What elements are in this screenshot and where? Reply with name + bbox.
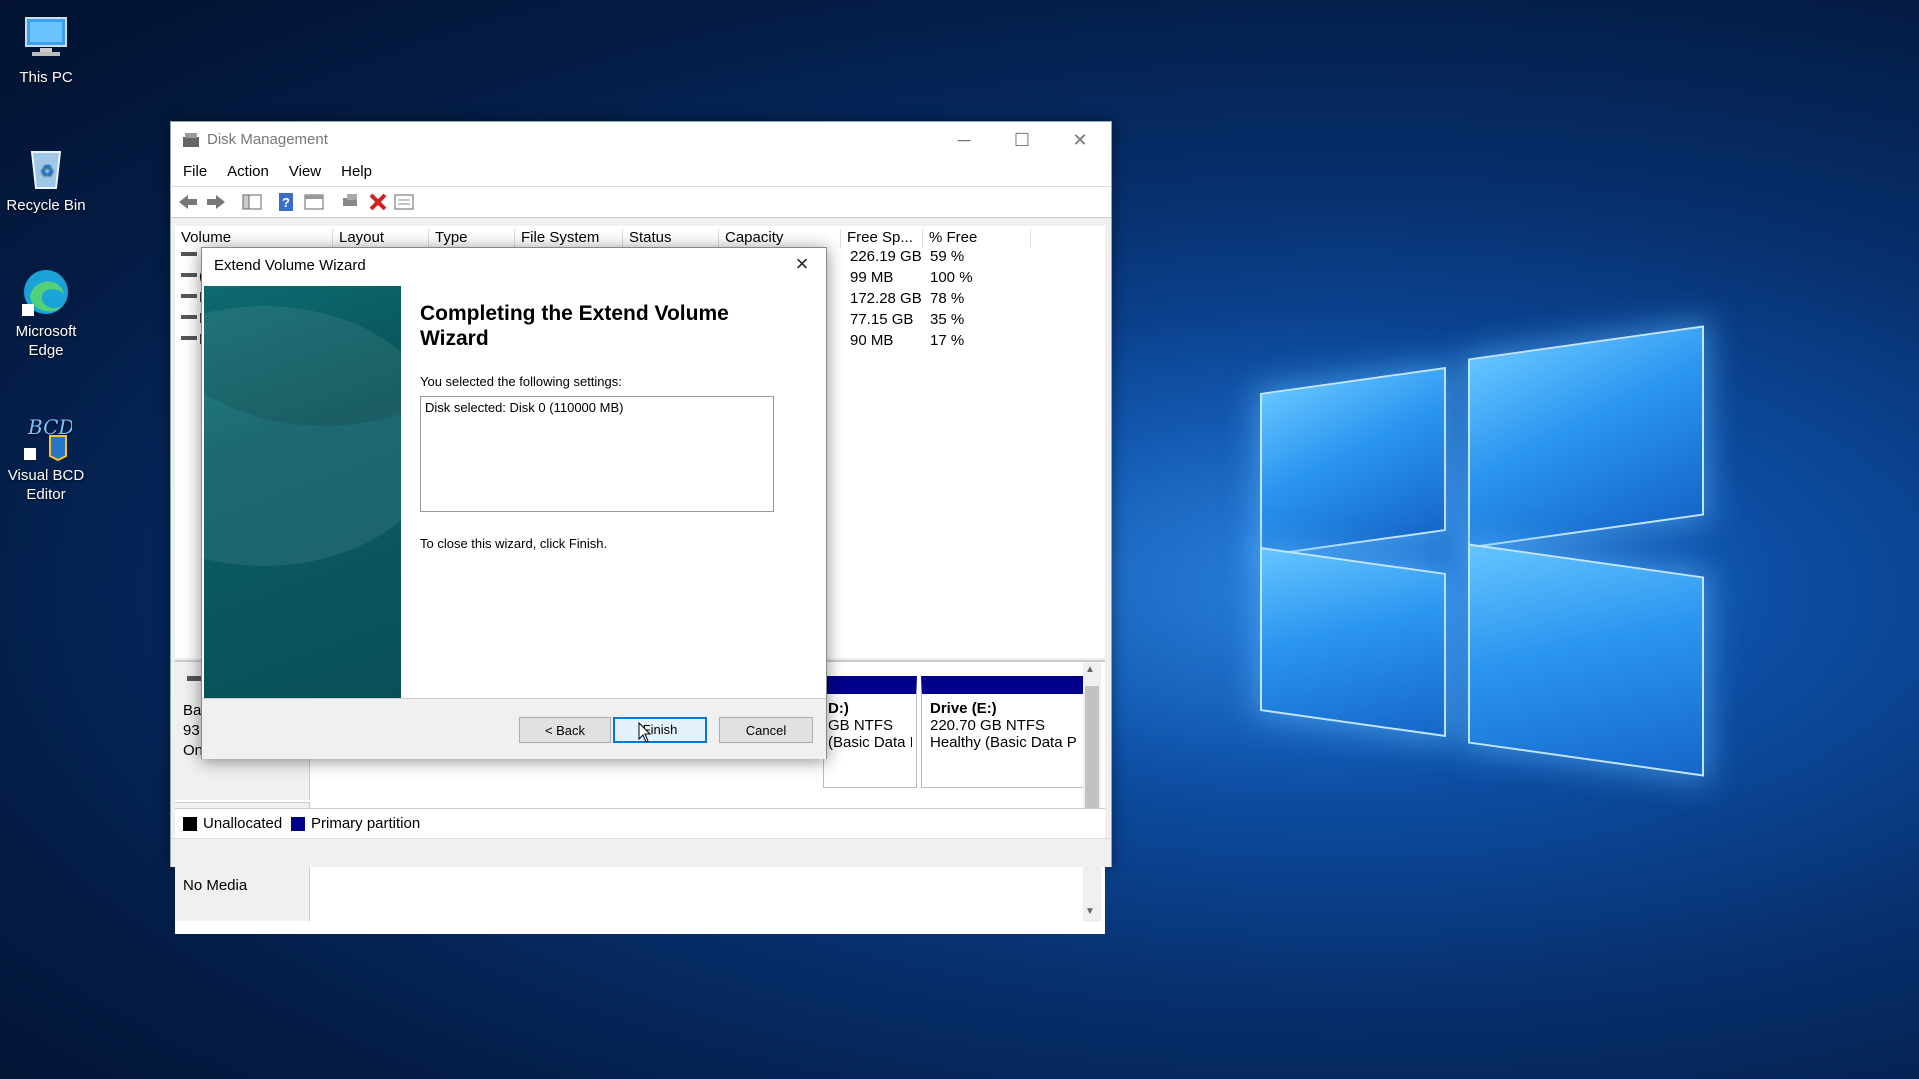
forward-arrow-icon[interactable] xyxy=(205,192,227,212)
partition-d[interactable]: D:) GB NTFS (Basic Data F xyxy=(823,676,917,788)
partition-e-name: Drive (E:) xyxy=(930,700,997,717)
free-space-cell: 90 MB xyxy=(850,332,894,349)
cdrom-no-media: No Media xyxy=(183,877,248,894)
wizard-side-banner xyxy=(204,286,401,698)
column-volume[interactable]: Volume xyxy=(175,229,333,248)
svg-text:♻: ♻ xyxy=(40,163,54,180)
volume-row-icon xyxy=(181,315,197,319)
desktop-icon-label: Visual BCD Editor xyxy=(7,467,85,503)
menu-help[interactable]: Help xyxy=(329,158,380,180)
back-button[interactable]: < Back xyxy=(519,717,611,743)
settings-summary-box[interactable]: Disk selected: Disk 0 (110000 MB) xyxy=(420,396,774,512)
free-space-cell: 172.28 GB xyxy=(850,290,922,307)
desktop-icon-recycle-bin[interactable]: ♻ Recycle Bin xyxy=(0,140,92,215)
desktop-icon-this-pc[interactable]: This PC xyxy=(0,12,92,87)
partition-e-status: Healthy (Basic Data P. xyxy=(930,734,1076,751)
volume-row-icon xyxy=(181,273,197,277)
title-bar[interactable]: Disk Management ─ ☐ ✕ xyxy=(171,122,1111,158)
scroll-up-icon[interactable]: ▲ xyxy=(1085,664,1095,675)
windows-logo xyxy=(1250,320,1710,780)
column-file-system[interactable]: File System xyxy=(515,229,623,248)
minimize-button[interactable]: ─ xyxy=(935,122,993,158)
column-percent-free[interactable]: % Free xyxy=(923,229,1031,248)
free-space-cell: 226.19 GB xyxy=(850,248,922,265)
partition-d-name: D:) xyxy=(828,700,849,717)
menu-bar: File Action View Help xyxy=(171,158,1111,187)
volume-list-header: Volume Layout Type File System Status Ca… xyxy=(175,226,1105,249)
desktop-icon-label: Recycle Bin xyxy=(6,197,86,214)
properties-pane-icon[interactable] xyxy=(303,192,325,212)
wizard-footer: < Back Finish Cancel xyxy=(202,698,826,759)
wizard-title: Extend Volume Wizard xyxy=(214,257,366,274)
computer-icon xyxy=(20,12,72,64)
show-hide-console-icon[interactable] xyxy=(241,192,263,212)
maximize-button[interactable]: ☐ xyxy=(993,122,1051,158)
close-hint: To close this wizard, click Finish. xyxy=(420,536,608,551)
window-title: Disk Management xyxy=(207,131,328,148)
cancel-button[interactable]: Cancel xyxy=(719,717,813,743)
desktop-icon-label: This PC xyxy=(19,69,73,86)
partition-d-status: (Basic Data F xyxy=(828,734,912,751)
partition-d-fs: GB NTFS xyxy=(828,717,894,734)
wizard-close-button[interactable]: × xyxy=(788,250,816,278)
legend-bar: Unallocated Primary partition xyxy=(175,808,1105,839)
desktop-icon-visual-bcd-editor[interactable]: BCD Visual BCD Editor xyxy=(0,410,92,504)
column-capacity[interactable]: Capacity xyxy=(719,229,841,248)
volume-row-icon xyxy=(181,294,197,298)
mouse-cursor-icon xyxy=(638,722,652,743)
percent-free-cell: 78 % xyxy=(930,290,965,307)
volume-row-icon xyxy=(181,252,197,256)
desktop-icon-edge[interactable]: Microsoft Edge xyxy=(0,266,92,360)
settings-summary-text: Disk selected: Disk 0 (110000 MB) xyxy=(425,400,624,415)
recycle-bin-icon: ♻ xyxy=(20,140,72,192)
volume-row-icon xyxy=(181,336,197,340)
percent-free-cell: 59 % xyxy=(930,248,965,265)
column-status[interactable]: Status xyxy=(623,229,719,248)
bcd-editor-icon: BCD xyxy=(20,410,74,462)
menu-action[interactable]: Action xyxy=(215,158,277,180)
scroll-down-icon[interactable]: ▼ xyxy=(1085,906,1095,917)
primary-partition-swatch xyxy=(291,817,305,831)
free-space-cell: 99 MB xyxy=(850,269,894,286)
desktop-icon-label: Microsoft Edge xyxy=(15,323,77,359)
help-icon[interactable]: ? xyxy=(275,192,297,212)
vertical-scrollbar[interactable]: ▲ ▼ xyxy=(1083,662,1101,922)
finish-button[interactable]: Finish xyxy=(613,717,707,743)
column-layout[interactable]: Layout xyxy=(333,229,429,248)
toolbar: ? xyxy=(171,187,1111,218)
disk-0-size: 93 xyxy=(183,722,200,739)
legend-primary-partition: Primary partition xyxy=(311,815,421,832)
free-space-cell: 77.15 GB xyxy=(850,311,914,328)
partition-e-fs: 220.70 GB NTFS xyxy=(930,717,1046,734)
connect-drive-icon[interactable] xyxy=(339,192,361,212)
disk-management-app-icon xyxy=(183,133,199,147)
column-free-space[interactable]: Free Sp... xyxy=(841,229,923,248)
settings-label: You selected the following settings: xyxy=(420,374,622,389)
edge-icon xyxy=(20,266,72,318)
percent-free-cell: 17 % xyxy=(930,332,965,349)
list-view-icon[interactable] xyxy=(393,192,415,212)
percent-free-cell: 35 % xyxy=(930,311,965,328)
partition-e[interactable]: Drive (E:) 220.70 GB NTFS Healthy (Basic… xyxy=(921,676,1085,788)
unallocated-swatch xyxy=(183,817,197,831)
close-button[interactable]: ✕ xyxy=(1051,122,1109,158)
legend-unallocated: Unallocated xyxy=(203,815,283,832)
delete-icon[interactable] xyxy=(367,192,389,212)
disk-0-status: On xyxy=(183,742,204,759)
extend-volume-wizard-dialog: Extend Volume Wizard × Completing the Ex… xyxy=(201,247,827,759)
column-type[interactable]: Type xyxy=(429,229,515,248)
percent-free-cell: 100 % xyxy=(930,269,973,286)
menu-view[interactable]: View xyxy=(277,158,329,180)
svg-text:?: ? xyxy=(282,195,290,210)
menu-file[interactable]: File xyxy=(171,158,215,180)
status-bar xyxy=(171,838,1111,867)
wizard-heading: Completing the Extend Volume Wizard xyxy=(420,302,729,350)
back-arrow-icon[interactable] xyxy=(177,192,199,212)
